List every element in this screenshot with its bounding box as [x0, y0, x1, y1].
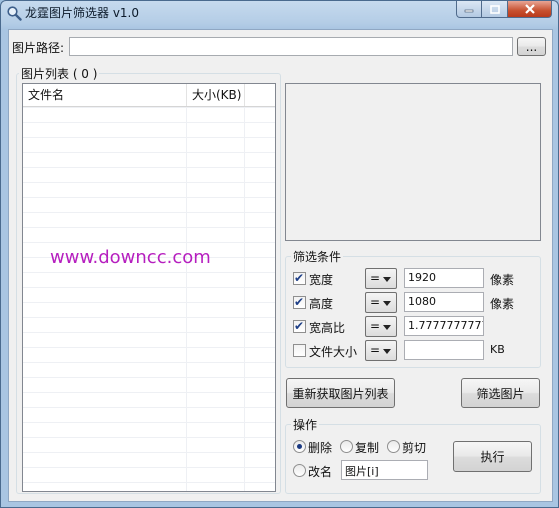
watermark: www.downcc.com	[50, 247, 211, 268]
cut-label: 剪切	[402, 441, 427, 455]
ratio-label: 宽高比	[309, 321, 346, 335]
width-operator-select[interactable]: =	[365, 268, 397, 289]
rename-radio[interactable]	[293, 464, 306, 477]
magnifier-icon	[7, 6, 22, 21]
height-operator-value: =	[370, 295, 381, 309]
width-checkbox[interactable]: ✔	[293, 271, 306, 285]
image-preview	[285, 83, 541, 241]
size-label: 文件大小	[309, 345, 358, 359]
close-icon	[524, 4, 535, 14]
checkmark-icon: ✔	[294, 271, 305, 285]
width-unit: 像素	[490, 273, 515, 287]
rename-label: 改名	[308, 465, 333, 479]
height-checkbox[interactable]: ✔	[293, 295, 306, 309]
ratio-checkbox[interactable]: ✔	[293, 319, 306, 333]
image-list-title: 图片列表 ( 0 )	[19, 65, 100, 82]
image-list[interactable]: 文件名 大小(KB)	[22, 83, 276, 492]
column-filler	[245, 84, 275, 106]
chevron-down-icon	[383, 301, 391, 306]
width-label: 宽度	[309, 273, 334, 287]
delete-radio[interactable]	[293, 440, 306, 453]
filter-images-button[interactable]: 筛选图片	[461, 378, 540, 408]
maximize-icon	[489, 4, 500, 14]
app-window: 龙霆图片筛选器 v1.0 图片路径: ... 图片列表 ( 0 ) 文件名 大小…	[0, 0, 559, 508]
title-bar: 龙霆图片筛选器 v1.0	[1, 1, 558, 27]
copy-label: 复制	[355, 441, 380, 455]
minimize-icon	[464, 9, 474, 13]
ratio-operator-select[interactable]: =	[365, 316, 397, 337]
list-body	[23, 107, 275, 491]
list-header: 文件名 大小(KB)	[23, 84, 275, 107]
size-operator-select[interactable]: =	[365, 340, 397, 361]
column-size[interactable]: 大小(KB)	[187, 84, 245, 106]
rename-pattern-input[interactable]: 图片[i]	[341, 460, 428, 480]
height-operator-select[interactable]: =	[365, 292, 397, 313]
size-unit: KB	[490, 343, 505, 356]
checkmark-icon: ✔	[294, 295, 305, 309]
chevron-down-icon	[383, 325, 391, 330]
minimize-button[interactable]	[456, 1, 482, 18]
size-checkbox[interactable]	[293, 344, 306, 357]
chevron-down-icon	[383, 349, 391, 354]
column-filename[interactable]: 文件名	[23, 84, 187, 106]
refresh-list-button[interactable]: 重新获取图片列表	[286, 378, 395, 408]
size-operator-value: =	[370, 343, 381, 357]
height-label: 高度	[309, 297, 334, 311]
checkmark-icon: ✔	[294, 319, 305, 333]
delete-label: 删除	[308, 441, 333, 455]
chevron-down-icon	[383, 277, 391, 282]
height-unit: 像素	[490, 297, 515, 311]
operation-title: 操作	[291, 416, 320, 433]
copy-radio[interactable]	[340, 440, 353, 453]
ratio-operator-value: =	[370, 319, 381, 333]
filter-title: 筛选条件	[291, 248, 344, 265]
path-input[interactable]	[69, 37, 513, 56]
height-input[interactable]: 1080	[404, 292, 484, 312]
radio-dot	[297, 444, 302, 449]
size-input[interactable]	[404, 340, 484, 360]
browse-button[interactable]: ...	[517, 37, 546, 56]
width-operator-value: =	[370, 271, 381, 285]
maximize-button[interactable]	[482, 1, 508, 18]
window-title: 龙霆图片筛选器 v1.0	[25, 6, 140, 20]
width-input[interactable]: 1920	[404, 268, 484, 288]
path-label: 图片路径:	[12, 41, 65, 55]
execute-button[interactable]: 执行	[453, 441, 532, 472]
close-button[interactable]	[508, 1, 552, 18]
ratio-input[interactable]: 1.77777777777	[404, 316, 484, 336]
cut-radio[interactable]	[387, 440, 400, 453]
